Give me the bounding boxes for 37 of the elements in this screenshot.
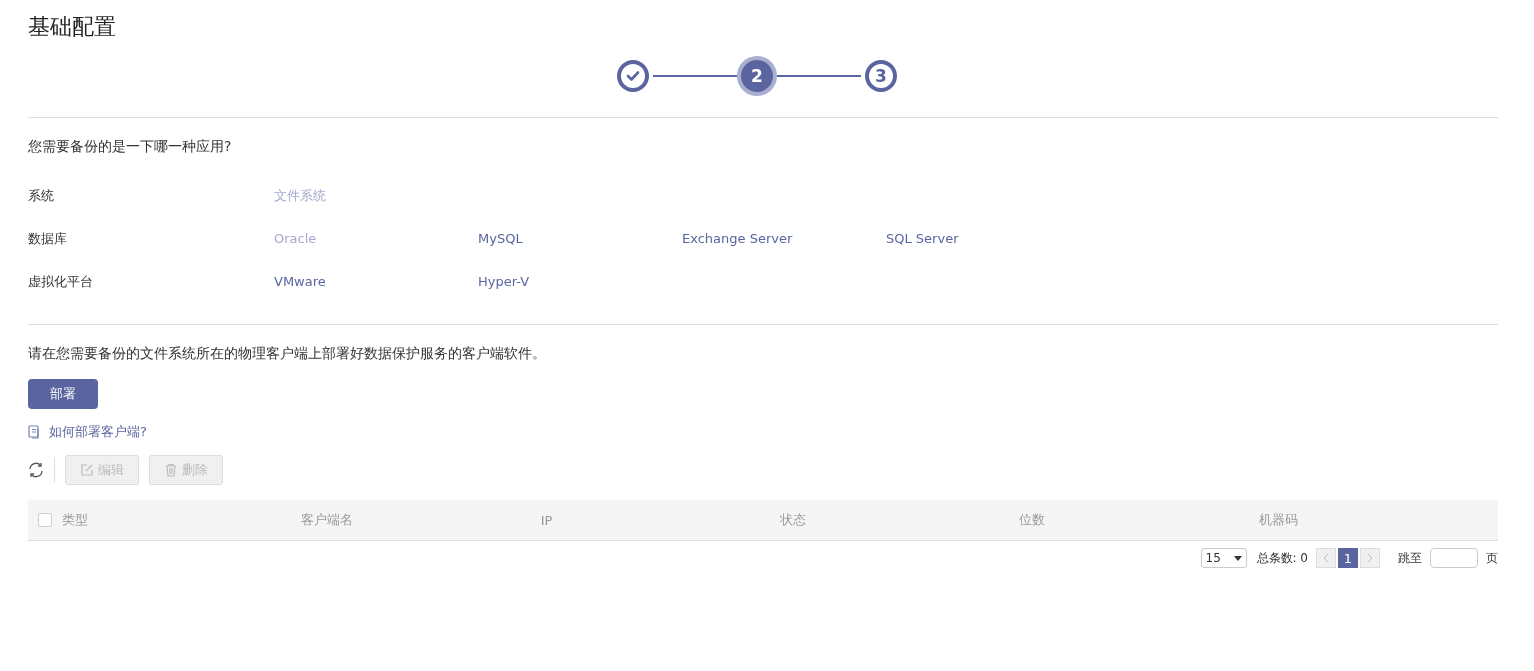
category-label: 数据库 — [28, 229, 68, 248]
column-header: 客户端名 — [301, 511, 355, 529]
step-indicator: 3 — [865, 60, 897, 92]
column-header: 机器码 — [1258, 511, 1299, 529]
application-option[interactable]: Exchange Server — [682, 231, 886, 246]
previous-page-button[interactable] — [1316, 548, 1336, 568]
document-icon — [28, 424, 42, 440]
check-icon — [626, 70, 640, 82]
application-option[interactable]: VMware — [274, 274, 478, 289]
help-link[interactable]: 如何部署客户端? — [49, 423, 147, 441]
caret-icon — [1233, 555, 1242, 561]
category-label: 虚拟化平台 — [28, 272, 94, 291]
page-title: 基础配置 — [28, 13, 117, 41]
next-page-button[interactable] — [1360, 548, 1380, 568]
jump-label: 跳至 — [1398, 549, 1422, 567]
application-option[interactable]: MySQL — [478, 231, 682, 246]
instruction-text: 请在您需要备份的文件系统所在的物理客户端上部署好数据保护服务的客户端软件。 — [28, 345, 547, 363]
column-header: 位数 — [1019, 511, 1047, 529]
select-all-checkbox[interactable] — [38, 513, 52, 527]
page-suffix: 页 — [1486, 549, 1498, 567]
column-header: IP — [540, 512, 554, 528]
page-button[interactable]: 1 — [1338, 548, 1358, 568]
application-option[interactable]: Hyper-V — [478, 274, 682, 289]
trash-icon — [164, 463, 178, 477]
column-header: 类型 — [61, 511, 89, 529]
question-text: 您需要备份的是一下哪一种应用? — [28, 138, 233, 156]
category-label: 系统 — [28, 186, 55, 205]
page-size-select[interactable]: 15 — [1200, 548, 1247, 568]
edit-icon — [80, 463, 94, 477]
page-input[interactable] — [1430, 548, 1478, 568]
chevron-right-icon — [1367, 553, 1373, 563]
application-option[interactable]: SQL Server — [886, 231, 1090, 246]
total-count: 总条数: 0 — [1256, 549, 1308, 567]
chevron-left-icon — [1323, 553, 1329, 563]
deploy-button[interactable]: 部署 — [28, 379, 98, 409]
column-header: 状态 — [780, 511, 807, 529]
refresh-icon[interactable] — [28, 462, 44, 478]
